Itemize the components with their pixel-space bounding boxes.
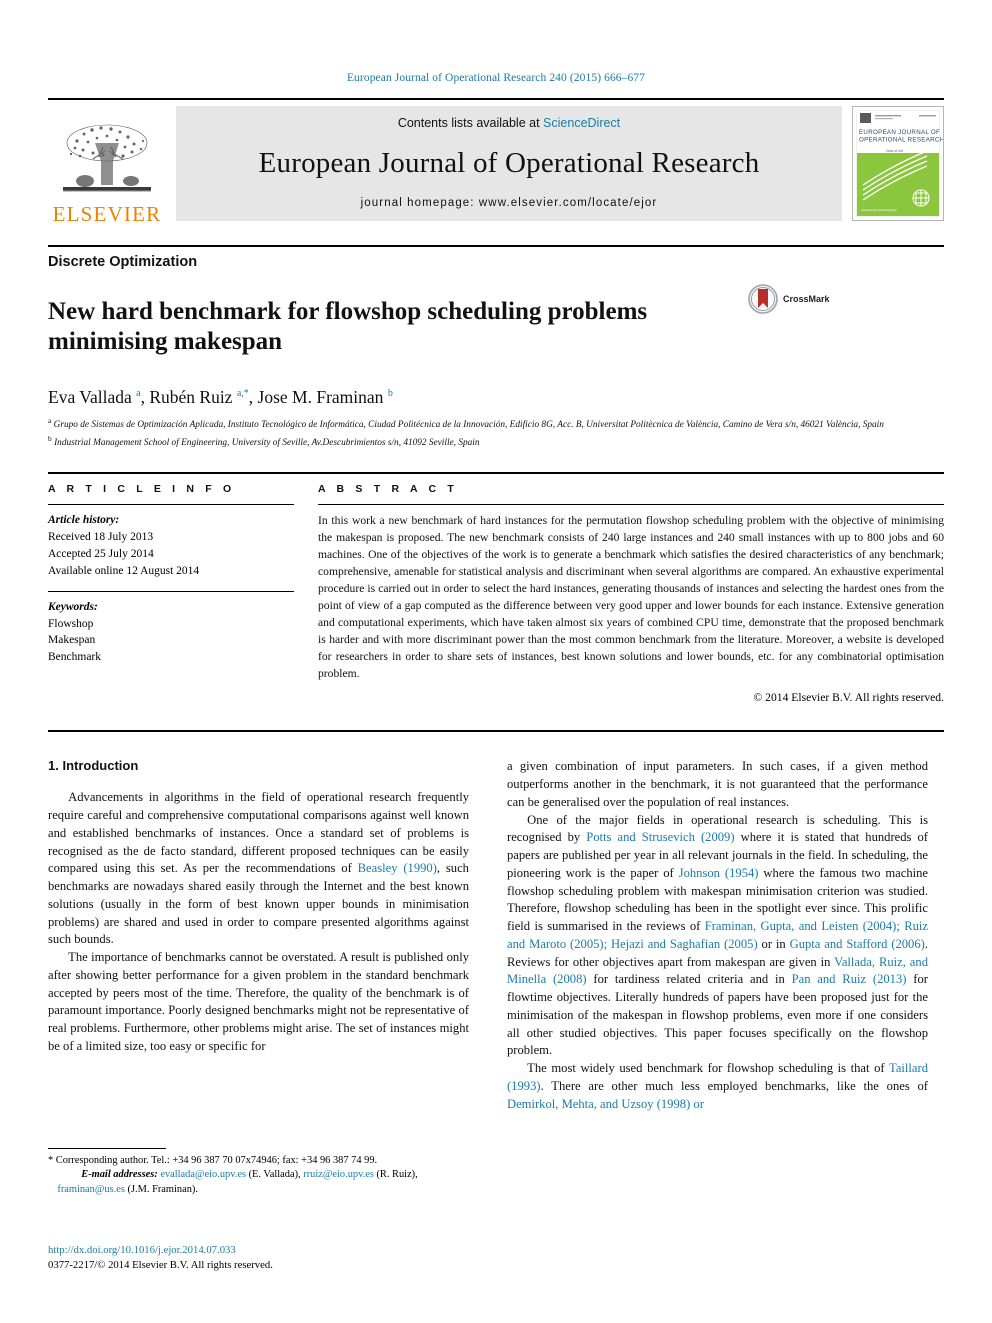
info-abstract-block: A R T I C L E I N F O Article history: R… [48, 472, 944, 704]
history-received: Received 18 July 2013 [48, 530, 154, 543]
article-info-header: A R T I C L E I N F O [48, 483, 236, 496]
journal-title: European Journal of Operational Research [258, 147, 760, 179]
keyword-item: Benchmark [48, 651, 102, 664]
paragraph: The most widely used benchmark for flows… [507, 1061, 928, 1111]
body-column-left: 1. Introduction Advancements in algorith… [48, 758, 469, 1113]
page-title: New hard benchmark for flowshop scheduli… [48, 297, 648, 356]
divider [318, 504, 944, 506]
issn-copyright-line: 0377-2217/© 2014 Elsevier B.V. All right… [48, 1259, 273, 1272]
article-history-label: Article history: [48, 514, 120, 527]
elsevier-tree-icon [63, 124, 151, 192]
email-addresses-label: E-mail addresses: [81, 1169, 158, 1181]
footnote-divider [48, 1148, 166, 1149]
keyword-item: Flowshop [48, 617, 94, 630]
author-list: Eva Vallada a, Rubén Ruiz a,*, Jose M. F… [48, 386, 393, 407]
crossmark-label: CrossMark [783, 294, 830, 304]
doi-block: http://dx.doi.org/10.1016/j.ejor.2014.07… [48, 1243, 469, 1273]
cover-artwork: EUROPEAN JOURNAL OF OPERATIONAL RESEARCH… [853, 107, 943, 220]
title-row: New hard benchmark for flowshop scheduli… [48, 280, 944, 375]
journal-banner: Contents lists available at ScienceDirec… [176, 106, 842, 221]
svg-text:OPERATIONAL RESEARCH: OPERATIONAL RESEARCH [859, 137, 943, 144]
paragraph: a given combination of input parameters.… [507, 759, 928, 809]
body-columns: 1. Introduction Advancements in algorith… [48, 730, 944, 1113]
journal-cover-thumbnail: EUROPEAN JOURNAL OF OPERATIONAL RESEARCH… [852, 106, 944, 221]
crossmark-icon [748, 284, 778, 314]
paragraph: Advancements in algorithms in the field … [48, 790, 469, 947]
keywords-label: Keywords: [48, 600, 98, 613]
article-info-column: A R T I C L E I N F O Article history: R… [48, 483, 294, 704]
running-head: European Journal of Operational Research… [346, 72, 646, 84]
divider [48, 590, 294, 592]
contents-line: Contents lists available at ScienceDirec… [398, 116, 620, 130]
abstract-text: In this work a new benchmark of hard ins… [318, 514, 944, 681]
article-first-page: European Journal of Operational Research… [0, 0, 992, 1323]
doi-link[interactable]: http://dx.doi.org/10.1016/j.ejor.2014.07… [48, 1243, 469, 1258]
email-addresses-note: E-mail addresses: evallada@eio.upv.es (E… [48, 1168, 469, 1197]
heading-introduction: 1. Introduction [48, 758, 139, 774]
contents-prefix: Contents lists available at [397, 116, 540, 130]
paragraph: One of the major fields in operational r… [507, 812, 928, 1058]
elsevier-logo: ELSEVIER [48, 100, 166, 227]
footnote-block: * Corresponding author. Tel.: +34 96 387… [48, 1148, 469, 1197]
journal-masthead: ELSEVIER Contents lists available at Sci… [48, 98, 944, 227]
subject-section-label: Discrete Optimization [48, 245, 944, 270]
svg-text:www.elsevier.com/locate/ejor: www.elsevier.com/locate/ejor [861, 208, 897, 212]
abstract-column: A B S T R A C T In this work a new bench… [318, 483, 944, 704]
affiliation-b: b Industrial Management School of Engine… [48, 433, 480, 448]
body-column-right: a given combination of input parameters.… [507, 758, 928, 1113]
corresponding-author-note: * Corresponding author. Tel.: +34 96 387… [48, 1155, 378, 1166]
svg-text:Now of Ind: Now of Ind [886, 149, 903, 153]
elsevier-wordmark: ELSEVIER [52, 202, 162, 226]
sciencedirect-link[interactable]: ScienceDirect [543, 116, 620, 130]
svg-text:EUROPEAN JOURNAL OF: EUROPEAN JOURNAL OF [859, 129, 940, 136]
keyword-item: Makespan [48, 634, 96, 647]
history-accepted: Accepted 25 July 2014 [48, 547, 154, 560]
journal-homepage[interactable]: journal homepage: www.elsevier.com/locat… [361, 197, 658, 209]
abstract-copyright: © 2014 Elsevier B.V. All rights reserved… [753, 691, 944, 705]
history-available-online: Available online 12 August 2014 [48, 564, 200, 577]
abstract-header: A B S T R A C T [318, 483, 458, 496]
crossmark-badge[interactable]: CrossMark [748, 280, 858, 314]
affiliation-a: a Grupo de Sistemas de Optimización Apli… [48, 415, 884, 430]
divider [48, 504, 294, 506]
paragraph: The importance of benchmarks cannot be o… [48, 950, 469, 1053]
